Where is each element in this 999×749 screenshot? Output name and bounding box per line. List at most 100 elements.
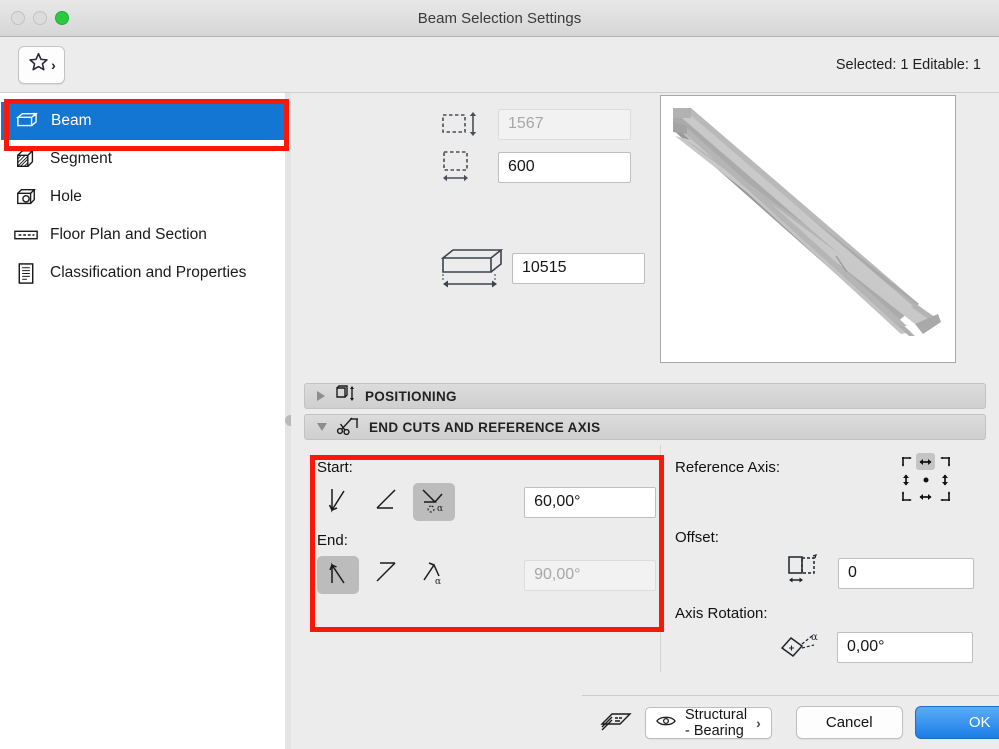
cut-angle-alpha-icon: α bbox=[419, 558, 449, 592]
start-row: α 60,00° bbox=[317, 483, 656, 521]
anchor-middle-left[interactable] bbox=[897, 471, 916, 488]
dimension-fields: 1567 600 10515 bbox=[291, 105, 661, 383]
height-input[interactable]: 1567 bbox=[498, 108, 631, 140]
length-dimension-icon bbox=[438, 249, 508, 288]
end-cut-slanted-button[interactable] bbox=[365, 556, 407, 594]
chevron-right-icon: › bbox=[756, 714, 761, 731]
traffic-lights bbox=[11, 11, 69, 25]
layer-selector[interactable]: Structural - Bearing › bbox=[645, 706, 772, 739]
length-input[interactable]: 10515 bbox=[512, 252, 645, 284]
minimize-button[interactable] bbox=[33, 11, 47, 25]
start-cut-vertical-button[interactable] bbox=[317, 483, 359, 521]
star-icon bbox=[27, 51, 50, 78]
offset-input[interactable]: 0 bbox=[838, 557, 974, 589]
reference-axis-area: Reference Axis: Offset: 0 Axis Rotation:… bbox=[660, 445, 986, 672]
sidebar-item-label: Floor Plan and Section bbox=[50, 226, 207, 243]
sidebar-item-label: Classification and Properties bbox=[50, 264, 247, 281]
cancel-label: Cancel bbox=[825, 714, 873, 731]
anchor-top-center[interactable] bbox=[916, 453, 935, 470]
axis-rotation-input[interactable]: 0,00° bbox=[837, 631, 973, 663]
end-cut-angle-alpha-button[interactable]: α bbox=[413, 556, 455, 594]
beam-icon bbox=[13, 109, 41, 133]
start-cut-slanted-button[interactable] bbox=[365, 483, 407, 521]
layer-name: Structural - Bearing bbox=[685, 706, 748, 739]
anchor-top-left[interactable] bbox=[897, 453, 916, 470]
axis-rotation-icon: α bbox=[778, 628, 824, 666]
section-header-positioning[interactable]: POSITIONING bbox=[304, 383, 986, 409]
end-label: End: bbox=[317, 532, 348, 549]
end-cut-vertical-button[interactable] bbox=[317, 556, 359, 594]
cut-angle-alpha-icon: α bbox=[419, 485, 449, 519]
selection-info: Selected: 1 Editable: 1 bbox=[835, 56, 981, 73]
anchor-bottom-center[interactable] bbox=[916, 488, 935, 505]
content-pane: 1567 600 10515 POSITIONING END CUTS AND … bbox=[291, 93, 999, 749]
height-dimension-icon bbox=[438, 107, 484, 141]
length-value: 10515 bbox=[522, 259, 567, 276]
end-cut-options: α bbox=[317, 556, 512, 594]
axis-rotation-value: 0,00° bbox=[847, 638, 885, 655]
sidebar-item-hole[interactable]: Hole bbox=[0, 178, 290, 216]
cut-vertical-icon bbox=[325, 559, 351, 592]
start-angle-input[interactable]: 60,00° bbox=[524, 486, 656, 518]
classification-icon bbox=[12, 261, 40, 285]
zoom-button[interactable] bbox=[55, 11, 69, 25]
length-row: 10515 bbox=[438, 249, 661, 288]
start-label: Start: bbox=[317, 459, 353, 476]
section-title: END CUTS AND REFERENCE AXIS bbox=[369, 419, 601, 435]
close-button[interactable] bbox=[11, 11, 25, 25]
height-value: 1567 bbox=[508, 115, 544, 132]
offset-value: 0 bbox=[848, 564, 857, 581]
ok-button[interactable]: OK bbox=[914, 706, 999, 739]
width-row: 600 bbox=[438, 150, 661, 184]
window-body: Beam Segment Hole Floor Plan and Section… bbox=[0, 92, 999, 749]
axis-rotation-row: α 0,00° bbox=[778, 628, 986, 666]
offset-icon bbox=[785, 554, 825, 592]
section-header-end-cuts[interactable]: END CUTS AND REFERENCE AXIS bbox=[304, 414, 986, 440]
anchor-bottom-right[interactable] bbox=[936, 488, 955, 505]
sidebar-item-label: Segment bbox=[50, 150, 113, 167]
layers-stack-icon[interactable] bbox=[599, 706, 633, 739]
sidebar-item-label: Beam bbox=[51, 112, 92, 129]
sidebar: Beam Segment Hole Floor Plan and Section… bbox=[0, 93, 296, 749]
end-row: α 90,00° bbox=[317, 556, 656, 594]
positioning-icon bbox=[334, 385, 356, 407]
sidebar-item-segment[interactable]: Segment bbox=[0, 140, 290, 178]
end-angle-input[interactable]: 90,00° bbox=[524, 559, 656, 591]
svg-text:α: α bbox=[437, 504, 443, 514]
chevron-right-icon: › bbox=[51, 56, 56, 73]
end-cuts-left: Start: α 60,00° End: α 90,00° bbox=[304, 445, 656, 672]
svg-text:α: α bbox=[435, 577, 441, 587]
sidebar-item-floor-plan-and-section[interactable]: Floor Plan and Section bbox=[0, 216, 290, 254]
toolbar: › Selected: 1 Editable: 1 bbox=[0, 37, 999, 92]
floor-plan-icon bbox=[12, 223, 40, 247]
cut-slanted-icon bbox=[373, 559, 399, 592]
scissors-icon bbox=[336, 416, 360, 438]
anchor-top-right[interactable] bbox=[936, 453, 955, 470]
bottom-bar: Structural - Bearing › Cancel OK bbox=[582, 695, 999, 749]
section-title: POSITIONING bbox=[365, 388, 457, 404]
end-angle-value: 90,00° bbox=[534, 566, 581, 583]
svg-text:α: α bbox=[811, 632, 818, 643]
sidebar-item-label: Hole bbox=[50, 188, 82, 205]
hole-icon bbox=[12, 185, 40, 209]
anchor-center[interactable] bbox=[916, 471, 935, 488]
favorites-button[interactable]: › bbox=[18, 45, 65, 84]
width-input[interactable]: 600 bbox=[498, 151, 631, 183]
sidebar-item-beam[interactable]: Beam bbox=[1, 102, 289, 140]
cut-vertical-icon bbox=[325, 486, 351, 519]
anchor-bottom-left[interactable] bbox=[897, 488, 916, 505]
anchor-middle-right[interactable] bbox=[936, 471, 955, 488]
sidebar-item-classification-and-properties[interactable]: Classification and Properties bbox=[0, 254, 290, 292]
start-cut-options: α bbox=[317, 483, 512, 521]
window-title: Beam Selection Settings bbox=[417, 9, 582, 27]
width-value: 600 bbox=[508, 158, 535, 175]
end-cuts-panel: Start: α 60,00° End: α 90,00° Reference … bbox=[304, 445, 986, 672]
beam-3d-preview bbox=[660, 95, 956, 363]
height-row: 1567 bbox=[438, 107, 661, 141]
eye-icon bbox=[656, 714, 676, 732]
beam-selection-settings-window: Beam Selection Settings › Selected: 1 Ed… bbox=[0, 0, 999, 749]
start-cut-angle-alpha-button[interactable]: α bbox=[413, 483, 455, 521]
cancel-button[interactable]: Cancel bbox=[795, 706, 903, 739]
segment-icon bbox=[12, 147, 40, 171]
offset-label: Offset: bbox=[675, 529, 719, 546]
